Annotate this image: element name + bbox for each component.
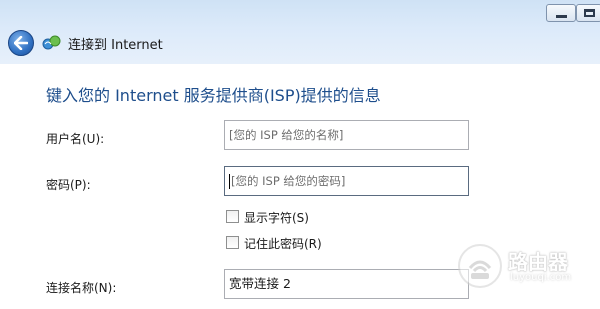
password-placeholder: [您的 ISP 给您的密码] bbox=[231, 174, 346, 188]
connection-name-field[interactable]: 宽带连接 2 bbox=[224, 269, 469, 299]
connection-name-value: 宽带连接 2 bbox=[229, 276, 291, 291]
page-heading: 键入您的 Internet 服务提供商(ISP)提供的信息 bbox=[46, 86, 381, 105]
minimize-button[interactable] bbox=[546, 4, 576, 22]
window-title: 连接到 Internet bbox=[68, 38, 163, 53]
watermark: 路由器 luyouqi.com bbox=[458, 242, 592, 292]
username-label: 用户名(U): bbox=[46, 132, 105, 146]
network-connection-icon bbox=[42, 35, 61, 50]
username-field[interactable]: [您的 ISP 给您的名称] bbox=[224, 120, 469, 150]
password-label: 密码(P): bbox=[46, 178, 91, 192]
maximize-icon bbox=[584, 9, 595, 17]
title-bar: 连接到 Internet bbox=[0, 0, 600, 65]
router-logo-icon bbox=[458, 244, 502, 288]
connection-name-label: 连接名称(N): bbox=[46, 281, 117, 295]
remember-password-checkbox[interactable] bbox=[226, 236, 239, 249]
minimize-icon bbox=[556, 15, 567, 18]
text-caret bbox=[229, 174, 230, 189]
show-characters-checkbox[interactable] bbox=[226, 210, 239, 223]
back-button[interactable] bbox=[8, 30, 34, 56]
password-field[interactable]: [您的 ISP 给您的密码] bbox=[224, 166, 469, 196]
watermark-url: luyouqi.com bbox=[510, 272, 572, 283]
remember-password-label: 记住此密码(R) bbox=[244, 237, 322, 251]
username-placeholder: [您的 ISP 给您的名称] bbox=[229, 128, 344, 142]
watermark-name: 路由器 bbox=[508, 250, 568, 274]
maximize-button[interactable] bbox=[576, 4, 600, 22]
show-characters-label: 显示字符(S) bbox=[244, 211, 309, 225]
back-arrow-icon bbox=[14, 36, 28, 50]
